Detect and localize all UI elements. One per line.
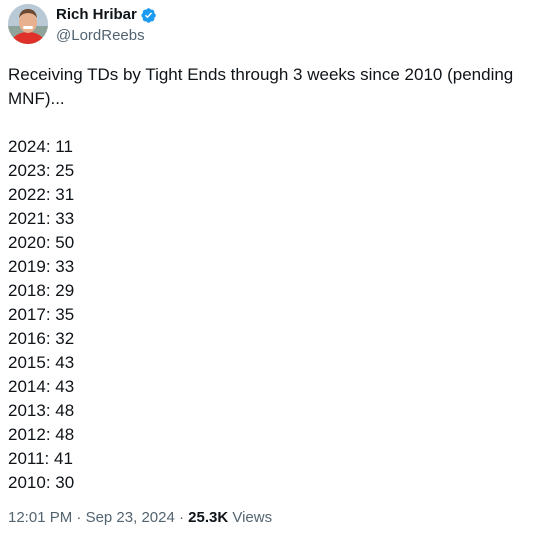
stat-line: 2011: 41 [8,449,73,468]
tweet-time[interactable]: 12:01 PM [8,509,72,526]
stat-line: 2023: 25 [8,161,75,180]
stat-line: 2021: 33 [8,209,75,228]
stat-line: 2014: 43 [8,377,75,396]
avatar-image [8,4,48,44]
stat-line: 2012: 48 [8,425,75,444]
tweet-text: Receiving TDs by Tight Ends through 3 we… [8,63,523,495]
stat-line: 2013: 48 [8,401,75,420]
stat-line: 2020: 50 [8,233,75,252]
author-display-name[interactable]: Rich Hribar [56,5,137,25]
tweet-intro: Receiving TDs by Tight Ends through 3 we… [8,65,514,108]
author-names: Rich Hribar @LordReebs [56,4,157,46]
verified-badge-icon[interactable] [140,7,157,24]
author-handle[interactable]: @LordReebs [56,26,157,46]
name-row: Rich Hribar [56,4,157,26]
views-count[interactable]: 25.3K [188,509,228,526]
stat-line: 2024: 11 [8,137,73,156]
stat-line: 2015: 43 [8,353,75,372]
views-label[interactable]: Views [232,509,272,526]
stat-line: 2018: 29 [8,281,75,300]
tweet-header: Rich Hribar @LordReebs [8,4,157,46]
avatar[interactable] [8,4,48,44]
stat-line: 2017: 35 [8,305,75,324]
stat-line: 2022: 31 [8,185,75,204]
tweet-date[interactable]: Sep 23, 2024 [86,509,175,526]
stats-list: 2024: 11 2023: 25 2022: 31 2021: 33 2020… [8,135,523,495]
meta-separator: · [178,509,184,526]
stat-line: 2010: 30 [8,473,75,492]
tweet: Rich Hribar @LordReebs Receiving TDs by … [0,0,533,534]
stat-line: 2019: 33 [8,257,75,276]
stat-line: 2016: 32 [8,329,75,348]
meta-separator: · [76,509,82,526]
tweet-meta: 12:01 PM · Sep 23, 2024 · 25.3K Views [8,508,272,528]
